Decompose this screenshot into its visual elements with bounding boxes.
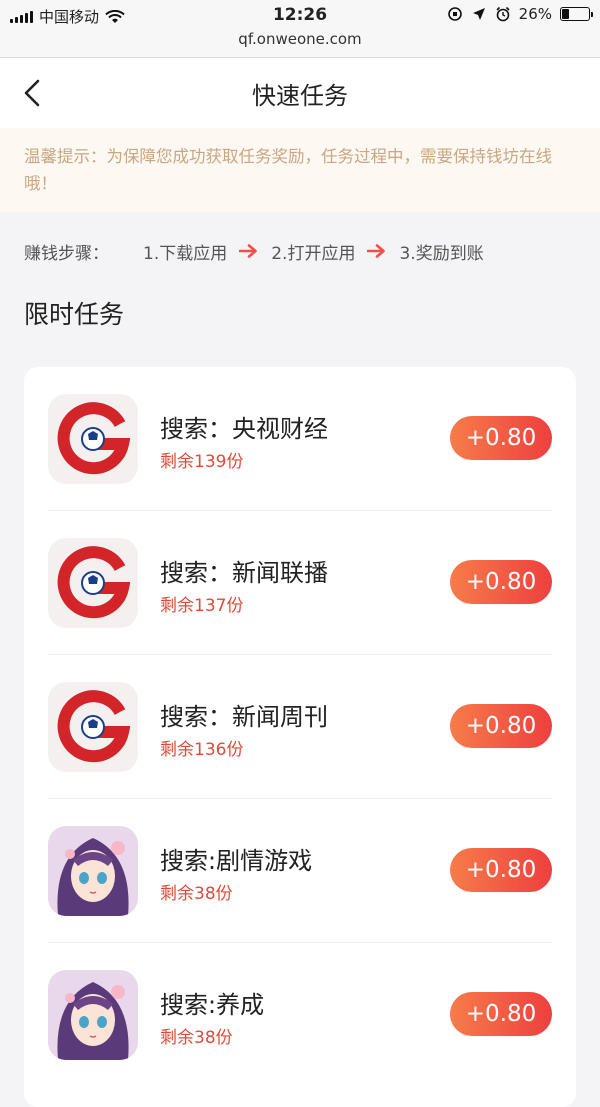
task-item[interactable]: 搜索：新闻周刊 剩余136份 +0.80 [48, 655, 552, 799]
back-button[interactable] [14, 75, 50, 111]
arrow-right-icon [239, 244, 258, 258]
step-reward: 3.奖励到账 [399, 243, 484, 264]
page-title: 快速任务 [252, 81, 348, 110]
cctv-finance-logo-icon [48, 538, 138, 628]
chevron-left-icon [24, 79, 40, 107]
task-remaining: 剩余38份 [160, 884, 233, 904]
task-list-card: 搜索：央视财经 剩余139份 +0.80 搜索：新闻联播 剩余137份 +0.8… [24, 367, 576, 1107]
steps-label: 赚钱步骤： [24, 243, 109, 264]
arrow-right-icon [367, 244, 386, 258]
task-name: 搜索:剧情游戏 [160, 847, 313, 875]
task-remaining: 剩余137份 [160, 596, 244, 616]
cctv-finance-logo-icon [48, 682, 138, 772]
reward-button[interactable]: +0.80 [450, 848, 552, 892]
reward-button[interactable]: +0.80 [450, 992, 552, 1036]
task-remaining: 剩余139份 [160, 452, 244, 472]
cctv-finance-logo-icon [48, 394, 138, 484]
task-name: 搜索：新闻联播 [160, 559, 328, 587]
task-name: 搜索：新闻周刊 [160, 703, 328, 731]
task-item[interactable]: 搜索:养成 剩余38份 +0.80 [48, 943, 552, 1087]
anime-girl-game-icon [48, 826, 138, 916]
reward-button[interactable]: +0.80 [450, 560, 552, 604]
page-url: qf.onweone.com [238, 30, 362, 48]
status-right: 26% [447, 5, 593, 23]
task-name: 搜索:养成 [160, 991, 265, 1019]
battery-level [562, 9, 570, 19]
task-remaining: 剩余38份 [160, 1028, 233, 1048]
section-title: 限时任务 [24, 300, 125, 329]
tip-banner: 温馨提示：为保障您成功获取任务奖励，任务过程中，需要保持钱坊在线哦！ [0, 128, 600, 212]
orientation-lock-icon [447, 7, 462, 21]
location-arrow-icon [472, 8, 485, 20]
task-item[interactable]: 搜索:剧情游戏 剩余38份 +0.80 [48, 799, 552, 943]
reward-button[interactable]: +0.80 [450, 704, 552, 748]
task-remaining: 剩余136份 [160, 740, 244, 760]
status-bar: 中国移动 12:26 qf.onweone.com 26% [0, 0, 600, 58]
task-name: 搜索：央视财经 [160, 415, 328, 443]
alarm-icon [496, 6, 510, 22]
task-item[interactable]: 搜索：央视财经 剩余139份 +0.80 [48, 367, 552, 511]
battery-percent: 26% [518, 5, 552, 23]
reward-button[interactable]: +0.80 [450, 416, 552, 460]
battery-icon [560, 7, 593, 21]
nav-bar: 快速任务 [0, 58, 600, 128]
anime-girl-game-icon [48, 970, 138, 1060]
step-download: 1.下载应用 [143, 243, 228, 264]
task-item[interactable]: 搜索：新闻联播 剩余137份 +0.80 [48, 511, 552, 655]
step-open: 2.打开应用 [271, 243, 356, 264]
earning-steps: 赚钱步骤： 1.下载应用 2.打开应用 3.奖励到账 [0, 212, 600, 290]
